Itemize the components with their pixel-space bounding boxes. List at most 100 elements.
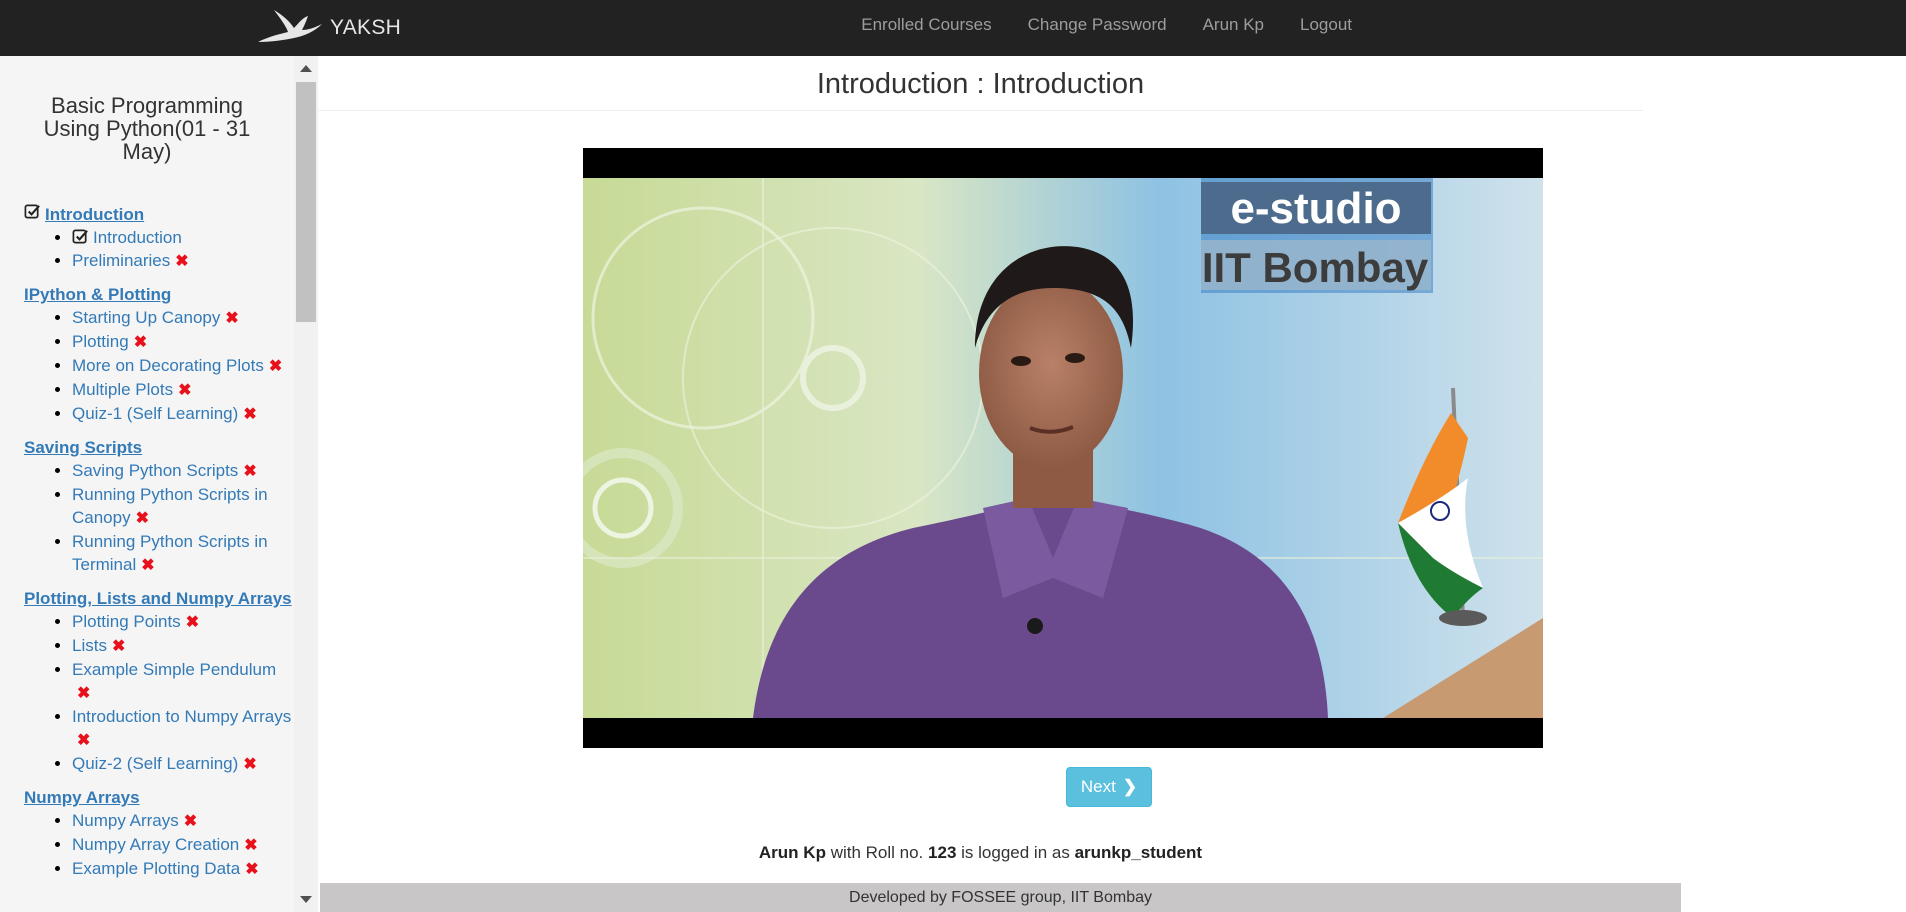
module-header: Numpy Arrays	[24, 786, 294, 809]
incomplete-x-icon: ✖	[77, 685, 91, 702]
completed-check-icon	[72, 228, 89, 245]
unit-link[interactable]: Introduction to Numpy Arrays	[72, 707, 291, 726]
unit-link[interactable]: Example Simple Pendulum	[72, 660, 276, 679]
sidebar-module: IPython & PlottingStarting Up Canopy✖Plo…	[0, 283, 294, 426]
nav-enrolled-courses[interactable]: Enrolled Courses	[861, 15, 991, 35]
incomplete-x-icon: ✖	[243, 463, 257, 480]
module-link[interactable]: Saving Scripts	[24, 436, 142, 459]
unit-list-item: Introduction	[72, 226, 294, 249]
sidebar-module: Numpy ArraysNumpy Arrays✖Numpy Array Cre…	[0, 786, 294, 881]
module-link[interactable]: IPython & Plotting	[24, 283, 171, 306]
yaksh-logo-icon	[256, 6, 324, 51]
login-info: Arun Kp with Roll no. 123 is logged in a…	[318, 843, 1643, 863]
unit-list-item: Plotting✖	[72, 330, 294, 354]
incomplete-x-icon: ✖	[175, 253, 189, 270]
incomplete-x-icon: ✖	[185, 614, 200, 631]
unit-link[interactable]: Multiple Plots	[72, 380, 173, 399]
sidebar-module: Saving ScriptsSaving Python Scripts✖Runn…	[0, 436, 294, 577]
module-link[interactable]: Numpy Arrays	[24, 786, 140, 809]
unit-link[interactable]: Example Plotting Data	[72, 859, 240, 878]
next-button[interactable]: Next ❯	[1066, 767, 1152, 807]
incomplete-x-icon: ✖	[141, 557, 155, 574]
unit-list-item: Numpy Array Creation ✖	[72, 833, 294, 857]
unit-list-item: Example Simple Pendulum ✖	[72, 658, 294, 705]
unit-link[interactable]: Running Python Scripts in Canopy	[72, 485, 268, 527]
unit-link[interactable]: Lists	[72, 636, 107, 655]
scrollbar-thumb[interactable]	[296, 82, 316, 322]
incomplete-x-icon: ✖	[111, 638, 126, 655]
module-header: Plotting, Lists and Numpy Arrays	[24, 587, 294, 610]
incomplete-x-icon: ✖	[268, 358, 283, 375]
unit-list-item: Example Plotting Data ✖	[72, 857, 294, 881]
unit-list: Saving Python Scripts✖Running Python Scr…	[24, 459, 294, 577]
next-button-label: Next	[1080, 777, 1116, 796]
unit-list: Numpy Arrays✖Numpy Array Creation✖Exampl…	[24, 809, 294, 881]
unit-link[interactable]: Quiz-2 (Self Learning)	[72, 754, 238, 773]
unit-list-item: Numpy Arrays✖	[72, 809, 294, 833]
unit-list-item: Running Python Scripts in Canopy✖	[72, 483, 294, 530]
sidebar-content: Basic Programming Using Python(01 - 31 M…	[0, 56, 294, 891]
video-player[interactable]: e-studio IIT Bombay	[583, 148, 1543, 748]
unit-link[interactable]: Plotting Points	[72, 612, 181, 631]
nav-change-password[interactable]: Change Password	[1028, 15, 1167, 35]
unit-list-item: Quiz-1 (Self Learning) ✖	[72, 402, 294, 426]
nav-user-name[interactable]: Arun Kp	[1203, 15, 1264, 35]
incomplete-x-icon: ✖	[245, 861, 259, 878]
incomplete-x-icon: ✖	[243, 406, 257, 423]
unit-list: Starting Up Canopy✖Plotting✖More on Deco…	[24, 306, 294, 426]
module-header: Introduction	[24, 203, 294, 226]
unit-link[interactable]: Numpy Array Creation	[72, 835, 239, 854]
unit-link[interactable]: Saving Python Scripts	[72, 461, 238, 480]
main-content: Introduction : Introduction e-studio IIT…	[318, 56, 1643, 912]
nav-links: Enrolled Courses Change Password Arun Kp…	[825, 0, 1352, 50]
course-sidebar: Basic Programming Using Python(01 - 31 M…	[0, 56, 318, 912]
unit-link[interactable]: Starting Up Canopy	[72, 308, 220, 327]
scroll-down-arrow-icon[interactable]	[300, 896, 312, 903]
brand-link[interactable]: YAKSH	[256, 6, 401, 50]
nav-logout[interactable]: Logout	[1300, 15, 1352, 35]
login-text-roll: with Roll no.	[830, 843, 924, 862]
sidebar-scrollbar[interactable]	[294, 56, 318, 912]
unit-link[interactable]: More on Decorating Plots	[72, 356, 264, 375]
unit-list-item: Running Python Scripts in Terminal✖	[72, 530, 294, 577]
login-text-logged: is logged in as	[961, 843, 1070, 862]
course-title: Basic Programming Using Python(01 - 31 M…	[43, 93, 251, 164]
brand-name: YAKSH	[330, 16, 402, 39]
unit-list-item: Introduction to Numpy Arrays ✖	[72, 705, 294, 752]
unit-list-item: Saving Python Scripts ✖	[72, 459, 294, 483]
scroll-up-arrow-icon[interactable]	[300, 65, 312, 72]
incomplete-x-icon: ✖	[135, 510, 150, 527]
incomplete-x-icon: ✖	[225, 310, 239, 327]
module-link[interactable]: Introduction	[45, 203, 144, 226]
unit-link[interactable]: Plotting	[72, 332, 129, 351]
sidebar-module: Plotting, Lists and Numpy ArraysPlotting…	[0, 587, 294, 776]
chevron-right-icon: ❯	[1122, 777, 1138, 796]
unit-list: Introduction Preliminaries ✖	[24, 226, 294, 273]
navbar: YAKSH Enrolled Courses Change Password A…	[0, 0, 1906, 56]
incomplete-x-icon: ✖	[178, 382, 192, 399]
module-link[interactable]: Plotting, Lists and Numpy Arrays	[24, 587, 292, 610]
video-frame: e-studio IIT Bombay	[583, 178, 1543, 718]
unit-link[interactable]: Introduction	[93, 228, 182, 247]
incomplete-x-icon: ✖	[133, 334, 148, 351]
sidebar-module: Introduction Introduction Preliminaries ✖	[0, 203, 294, 273]
title-divider	[318, 110, 1643, 111]
unit-link[interactable]: Numpy Arrays	[72, 811, 179, 830]
incomplete-x-icon: ✖	[244, 837, 258, 854]
studio-sign-line2: IIT Bombay	[1202, 244, 1429, 291]
login-roll-number: 123	[928, 843, 957, 862]
login-user-name: Arun Kp	[758, 843, 826, 862]
unit-link[interactable]: Running Python Scripts in Terminal	[72, 532, 268, 574]
completed-check-icon	[24, 203, 41, 220]
unit-list-item: More on Decorating Plots✖	[72, 354, 294, 378]
incomplete-x-icon: ✖	[243, 756, 257, 773]
unit-list-item: Starting Up Canopy ✖	[72, 306, 294, 330]
unit-list-item: Multiple Plots ✖	[72, 378, 294, 402]
video-still-illustration: e-studio IIT Bombay	[583, 178, 1543, 718]
module-list: IntroductionIntroductionPreliminaries✖IP…	[0, 203, 294, 881]
unit-link[interactable]: Preliminaries	[72, 251, 170, 270]
unit-list-item: Lists✖	[72, 634, 294, 658]
unit-list: Plotting Points✖Lists✖Example Simple Pen…	[24, 610, 294, 776]
unit-link[interactable]: Quiz-1 (Self Learning)	[72, 404, 238, 423]
unit-list-item: Quiz-2 (Self Learning) ✖	[72, 752, 294, 776]
